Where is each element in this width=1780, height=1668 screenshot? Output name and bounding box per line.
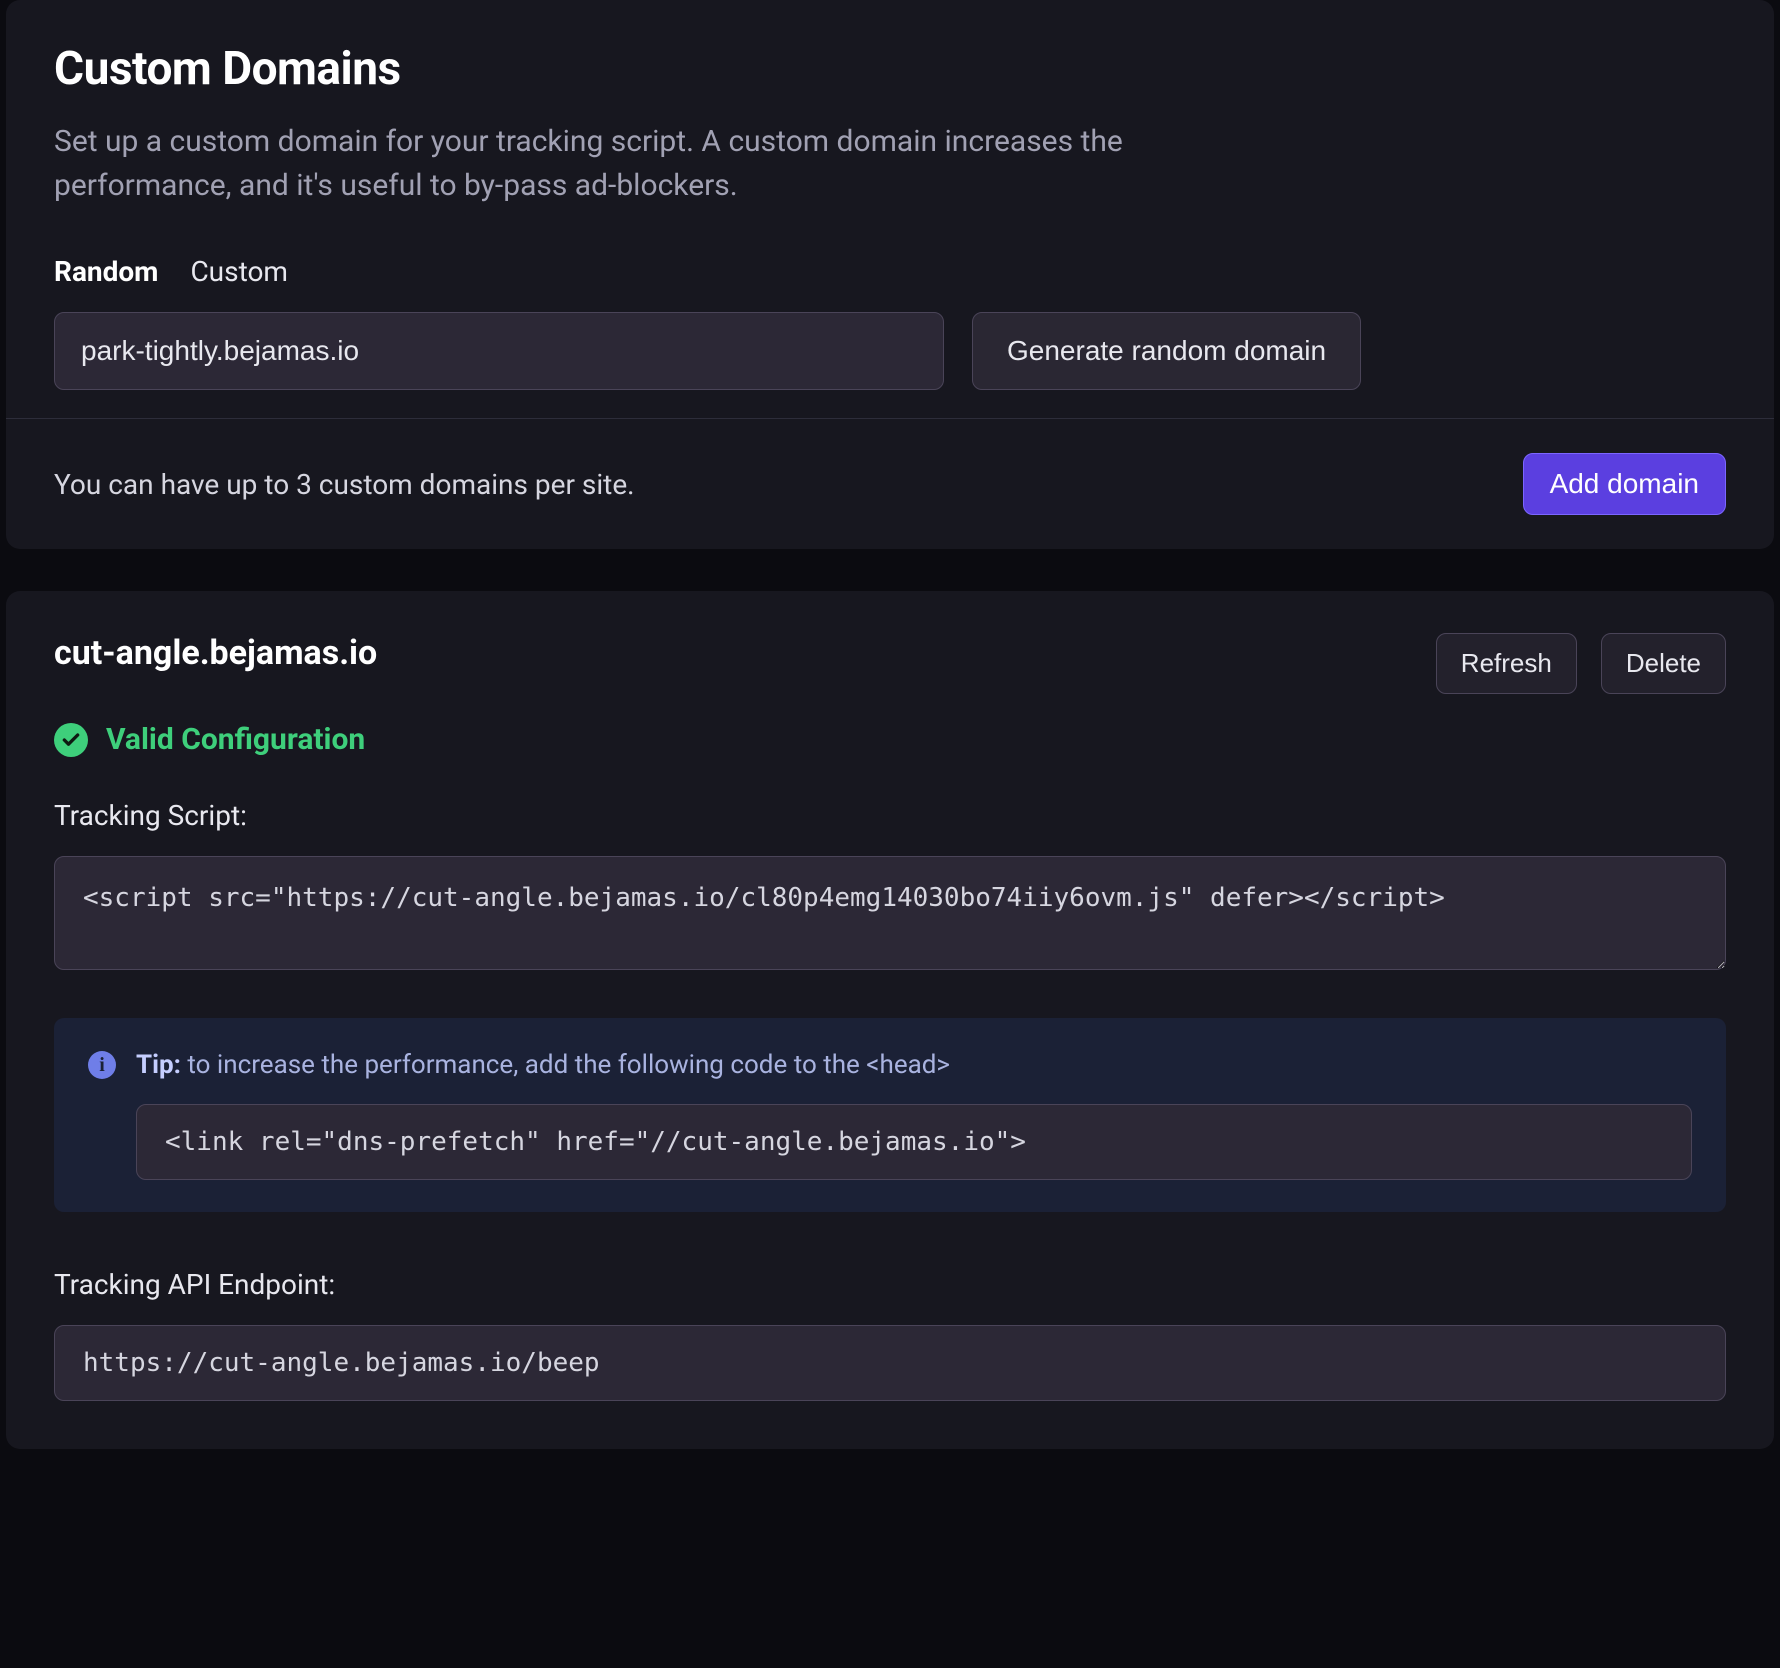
- tracking-script-code[interactable]: [54, 856, 1726, 970]
- configuration-status: Valid Configuration: [54, 722, 1726, 757]
- custom-domains-footer: You can have up to 3 custom domains per …: [6, 418, 1774, 549]
- custom-domains-panel: Custom Domains Set up a custom domain fo…: [6, 0, 1774, 549]
- tip-text: Tip: to increase the performance, add th…: [136, 1050, 950, 1080]
- check-circle-icon: [54, 723, 88, 757]
- api-endpoint-value[interactable]: https://cut-angle.bejamas.io/beep: [54, 1325, 1726, 1401]
- page-description: Set up a custom domain for your tracking…: [54, 120, 1154, 207]
- add-domain-button[interactable]: Add domain: [1523, 453, 1726, 515]
- domain-detail-panel: cut-angle.bejamas.io Refresh Delete Vali…: [6, 591, 1774, 1449]
- tab-custom[interactable]: Custom: [190, 255, 288, 288]
- domain-name: cut-angle.bejamas.io: [54, 633, 377, 673]
- delete-button[interactable]: Delete: [1601, 633, 1726, 694]
- page-title: Custom Domains: [54, 42, 1726, 96]
- info-icon: i: [88, 1051, 116, 1079]
- domain-type-tabs: Random Custom: [54, 255, 1726, 288]
- refresh-button[interactable]: Refresh: [1436, 633, 1577, 694]
- performance-tip: i Tip: to increase the performance, add …: [54, 1018, 1726, 1212]
- generate-random-domain-button[interactable]: Generate random domain: [972, 312, 1361, 390]
- status-text: Valid Configuration: [106, 722, 365, 757]
- random-domain-input[interactable]: [54, 312, 944, 390]
- tip-code[interactable]: <link rel="dns-prefetch" href="//cut-ang…: [136, 1104, 1692, 1180]
- tab-random[interactable]: Random: [54, 255, 158, 288]
- tracking-script-label: Tracking Script:: [54, 799, 1726, 832]
- api-endpoint-label: Tracking API Endpoint:: [54, 1268, 1726, 1301]
- domains-limit-note: You can have up to 3 custom domains per …: [54, 468, 635, 501]
